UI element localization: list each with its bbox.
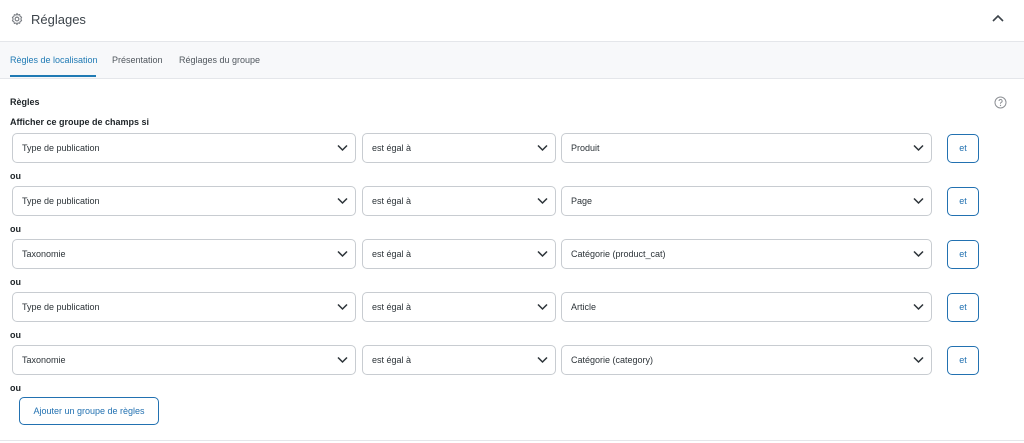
rule-param-select[interactable]: Type de publication xyxy=(12,186,356,216)
panel-title: Réglages xyxy=(31,12,86,27)
settings-panel: Réglages Règles de localisation Présenta… xyxy=(0,0,1024,443)
add-and-rule-button[interactable]: et xyxy=(947,346,979,375)
rule-operator-select[interactable]: est égal à xyxy=(362,292,556,322)
chevron-down-icon xyxy=(537,250,548,258)
rule-operator-select[interactable]: est égal à xyxy=(362,133,556,163)
panel-header[interactable]: Réglages xyxy=(0,0,1024,42)
rule-operator-select[interactable]: est égal à xyxy=(362,186,556,216)
rule-param-select[interactable]: Taxonomie xyxy=(12,345,356,375)
chevron-down-icon xyxy=(537,303,548,311)
tab-group-settings[interactable]: Réglages du groupe xyxy=(179,55,260,65)
rule-param-select[interactable]: Taxonomie xyxy=(12,239,356,269)
rule-value-select[interactable]: Catégorie (product_cat) xyxy=(561,239,932,269)
add-rule-group-button[interactable]: Ajouter un groupe de règles xyxy=(19,397,159,425)
or-separator: ou xyxy=(10,330,21,340)
rule-operator-select[interactable]: est égal à xyxy=(362,345,556,375)
rule-value-select[interactable]: Page xyxy=(561,186,932,216)
chevron-down-icon xyxy=(537,144,548,152)
chevron-down-icon xyxy=(337,356,348,364)
tab-presentation[interactable]: Présentation xyxy=(112,55,163,65)
chevron-down-icon xyxy=(913,303,924,311)
tab-location-rules[interactable]: Règles de localisation xyxy=(10,55,98,65)
rule-param-select[interactable]: Type de publication xyxy=(12,133,356,163)
chevron-down-icon xyxy=(913,197,924,205)
chevron-down-icon xyxy=(337,303,348,311)
chevron-down-icon xyxy=(537,356,548,364)
rule-operator-select[interactable]: est égal à xyxy=(362,239,556,269)
gear-icon xyxy=(11,12,23,26)
chevron-up-icon[interactable] xyxy=(992,14,1004,22)
rule-param-select[interactable]: Type de publication xyxy=(12,292,356,322)
help-icon[interactable] xyxy=(994,96,1007,109)
chevron-down-icon xyxy=(337,197,348,205)
add-and-rule-button[interactable]: et xyxy=(947,134,979,163)
add-and-rule-button[interactable]: et xyxy=(947,240,979,269)
rule-value-select[interactable]: Catégorie (category) xyxy=(561,345,932,375)
rules-subheading: Afficher ce groupe de champs si xyxy=(10,117,150,127)
chevron-down-icon xyxy=(537,197,548,205)
chevron-down-icon xyxy=(337,250,348,258)
chevron-down-icon xyxy=(913,356,924,364)
or-separator: ou xyxy=(10,383,21,393)
or-separator: ou xyxy=(10,224,21,234)
panel-bottom-border xyxy=(0,440,1024,441)
or-separator: ou xyxy=(10,277,21,287)
tab-bar: Règles de localisation Présentation Régl… xyxy=(0,42,1024,79)
chevron-down-icon xyxy=(913,144,924,152)
rules-heading: Règles xyxy=(10,97,40,107)
rule-value-select[interactable]: Article xyxy=(561,292,932,322)
add-and-rule-button[interactable]: et xyxy=(947,293,979,322)
or-separator: ou xyxy=(10,171,21,181)
active-tab-indicator xyxy=(10,75,96,77)
rule-value-select[interactable]: Produit xyxy=(561,133,932,163)
chevron-down-icon xyxy=(913,250,924,258)
chevron-down-icon xyxy=(337,144,348,152)
add-and-rule-button[interactable]: et xyxy=(947,187,979,216)
